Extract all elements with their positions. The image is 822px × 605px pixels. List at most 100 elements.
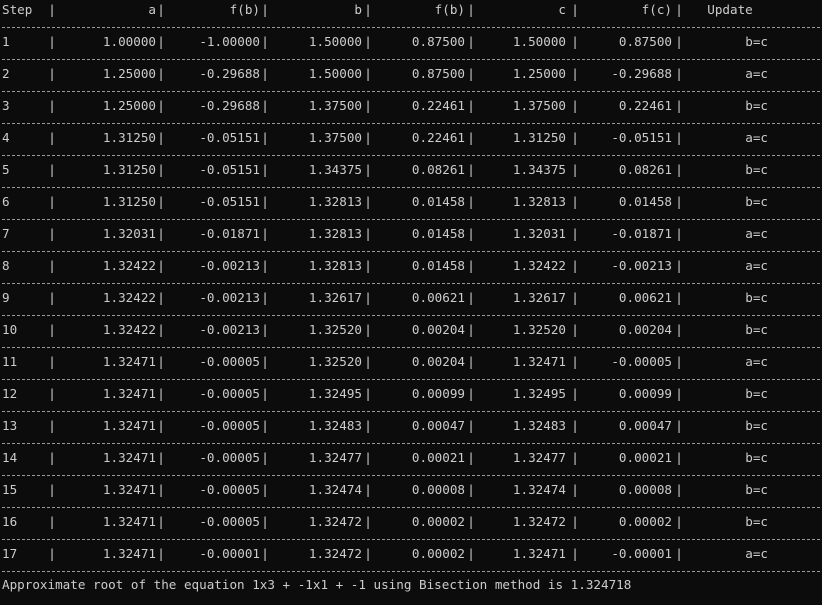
column-separator: | xyxy=(675,418,683,433)
cell-step: 12 xyxy=(2,386,18,401)
column-separator: | xyxy=(467,290,475,305)
cell-a: 1.32471 xyxy=(102,514,156,529)
column-separator: | xyxy=(467,258,475,273)
column-separator: | xyxy=(261,162,269,177)
column-separator: | xyxy=(364,34,372,49)
cell-c: 1.32471 xyxy=(512,546,566,561)
cell-fa: -0.29688 xyxy=(199,66,260,81)
cell-step: 14 xyxy=(2,450,18,465)
cell-fb: 0.01458 xyxy=(411,226,465,241)
cell-fa: -0.00005 xyxy=(199,386,260,401)
dashed-divider xyxy=(0,82,822,98)
cell-fb: 0.00002 xyxy=(411,546,465,561)
dashed-divider xyxy=(0,434,822,450)
column-separator: | xyxy=(157,386,165,401)
header-step: Step xyxy=(2,2,33,17)
column-separator: | xyxy=(571,130,579,145)
column-separator: | xyxy=(157,546,165,561)
column-separator: | xyxy=(48,258,56,273)
cell-fc: -0.29688 xyxy=(611,66,672,81)
column-separator: | xyxy=(261,322,269,337)
table-row: 15 | 1.32471 | -0.00005 | 1.32474 | 0.00008 | 1.32… xyxy=(0,482,822,498)
cell-a: 1.31250 xyxy=(102,130,156,145)
cell-b: 1.32617 xyxy=(308,290,362,305)
cell-c: 1.32520 xyxy=(512,322,566,337)
dashed-divider xyxy=(0,50,822,66)
column-separator: | xyxy=(467,34,475,49)
dashed-divider xyxy=(0,338,822,354)
cell-step: 6 xyxy=(2,194,10,209)
column-separator: | xyxy=(364,482,372,497)
cell-fb: 0.00021 xyxy=(411,450,465,465)
column-separator: | xyxy=(571,418,579,433)
column-separator: | xyxy=(48,546,56,561)
cell-update: a=c xyxy=(745,258,768,273)
cell-c: 1.32471 xyxy=(512,354,566,369)
column-separator: | xyxy=(675,290,683,305)
table-row: 4 | 1.31250 | -0.05151 | 1.37500 | 0.22461 | 1.312… xyxy=(0,130,822,146)
cell-fa: -0.00005 xyxy=(199,354,260,369)
column-separator: | xyxy=(571,482,579,497)
cell-fb: 0.00099 xyxy=(411,386,465,401)
header-fb: f(b) xyxy=(434,2,465,17)
column-separator: | xyxy=(675,386,683,401)
cell-fb: 0.08261 xyxy=(411,162,465,177)
cell-update: b=c xyxy=(745,386,768,401)
table-row: 9 | 1.32422 | -0.00213 | 1.32617 | 0.00621 | 1.326… xyxy=(0,290,822,306)
cell-a: 1.31250 xyxy=(102,194,156,209)
column-separator: | xyxy=(571,450,579,465)
cell-update: b=c xyxy=(745,290,768,305)
column-separator: | xyxy=(571,2,579,17)
column-separator: | xyxy=(571,194,579,209)
column-separator: | xyxy=(261,98,269,113)
cell-fa: -0.00213 xyxy=(199,290,260,305)
cell-step: 9 xyxy=(2,290,10,305)
column-separator: | xyxy=(48,162,56,177)
column-separator: | xyxy=(48,130,56,145)
cell-c: 1.34375 xyxy=(512,162,566,177)
column-separator: | xyxy=(261,418,269,433)
table-row: 13 | 1.32471 | -0.00005 | 1.32483 | 0.00047 | 1.32… xyxy=(0,418,822,434)
cell-fa: -0.00213 xyxy=(199,258,260,273)
column-separator: | xyxy=(261,354,269,369)
cell-update: a=c xyxy=(745,226,768,241)
column-separator: | xyxy=(48,98,56,113)
dashed-divider xyxy=(0,370,822,386)
cell-fc: 0.00021 xyxy=(618,450,672,465)
cell-c: 1.32495 xyxy=(512,386,566,401)
column-separator: | xyxy=(675,2,683,17)
cell-fa: -1.00000 xyxy=(199,34,260,49)
cell-step: 7 xyxy=(2,226,10,241)
cell-b: 1.32483 xyxy=(308,418,362,433)
cell-c: 1.32477 xyxy=(512,450,566,465)
cell-c: 1.25000 xyxy=(512,66,566,81)
cell-fa: -0.29688 xyxy=(199,98,260,113)
column-separator: | xyxy=(675,162,683,177)
header-fc: f(c) xyxy=(641,2,672,17)
column-separator: | xyxy=(261,546,269,561)
cell-fb: 0.87500 xyxy=(411,66,465,81)
column-separator: | xyxy=(571,514,579,529)
column-separator: | xyxy=(467,98,475,113)
cell-a: 1.32471 xyxy=(102,354,156,369)
column-separator: | xyxy=(364,354,372,369)
cell-fc: -0.00001 xyxy=(611,546,672,561)
dashed-divider xyxy=(0,306,822,322)
cell-update: b=c xyxy=(745,450,768,465)
cell-a: 1.32422 xyxy=(102,290,156,305)
dashed-divider xyxy=(0,242,822,258)
column-separator: | xyxy=(48,514,56,529)
dashed-divider xyxy=(0,178,822,194)
cell-update: a=c xyxy=(745,66,768,81)
column-separator: | xyxy=(157,226,165,241)
cell-fc: -0.05151 xyxy=(611,130,672,145)
column-separator: | xyxy=(364,226,372,241)
table-row: 16 | 1.32471 | -0.00005 | 1.32472 | 0.00002 | 1.32… xyxy=(0,514,822,530)
cell-step: 15 xyxy=(2,482,18,497)
column-separator: | xyxy=(261,66,269,81)
column-separator: | xyxy=(467,546,475,561)
column-separator: | xyxy=(467,322,475,337)
cell-a: 1.32471 xyxy=(102,482,156,497)
cell-c: 1.32813 xyxy=(512,194,566,209)
cell-fa: -0.00005 xyxy=(199,418,260,433)
